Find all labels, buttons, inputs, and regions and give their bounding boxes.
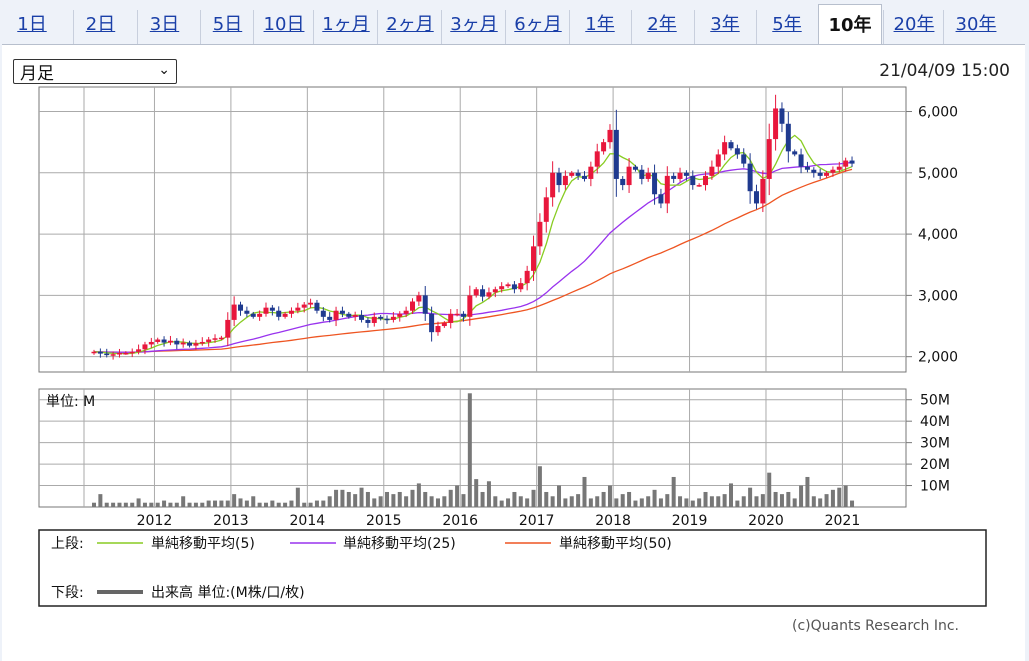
tab-8[interactable]: 6ヶ月 [505, 10, 570, 44]
tab-1[interactable]: 2日 [73, 10, 127, 44]
tab-11[interactable]: 3年 [694, 10, 755, 44]
tab-4[interactable]: 10日 [253, 10, 314, 44]
tab-9[interactable]: 1年 [569, 10, 630, 44]
tab-12[interactable]: 5年 [756, 10, 817, 44]
tab-2[interactable]: 3日 [137, 10, 191, 44]
timestamp: 21/04/09 15:00 [879, 61, 1010, 81]
tab-0[interactable]: 1日 [10, 10, 54, 44]
tab-7[interactable]: 3ヶ月 [441, 10, 506, 44]
tab-6[interactable]: 2ヶ月 [377, 10, 442, 44]
period-tabs: 1日 2日 3日 5日 10日 1ヶ月 2ヶ月 3ヶ月 6ヶ月 1年 2年 3年 5年 10年 20年 30年 [0, 0, 1029, 46]
period-select-value: 月足 [20, 64, 54, 84]
tab-15[interactable]: 30年 [943, 10, 1008, 44]
chevron-down-icon: ⌄ [158, 62, 170, 78]
tab-13[interactable]: 10年 [818, 4, 882, 46]
tab-14[interactable]: 20年 [883, 10, 944, 44]
tab-5[interactable]: 1ヶ月 [313, 10, 378, 44]
period-select[interactable]: 月足 ⌄ [13, 59, 177, 84]
chart-panel [2, 44, 1025, 661]
tab-3[interactable]: 5日 [200, 10, 254, 44]
tab-10[interactable]: 2年 [631, 10, 692, 44]
